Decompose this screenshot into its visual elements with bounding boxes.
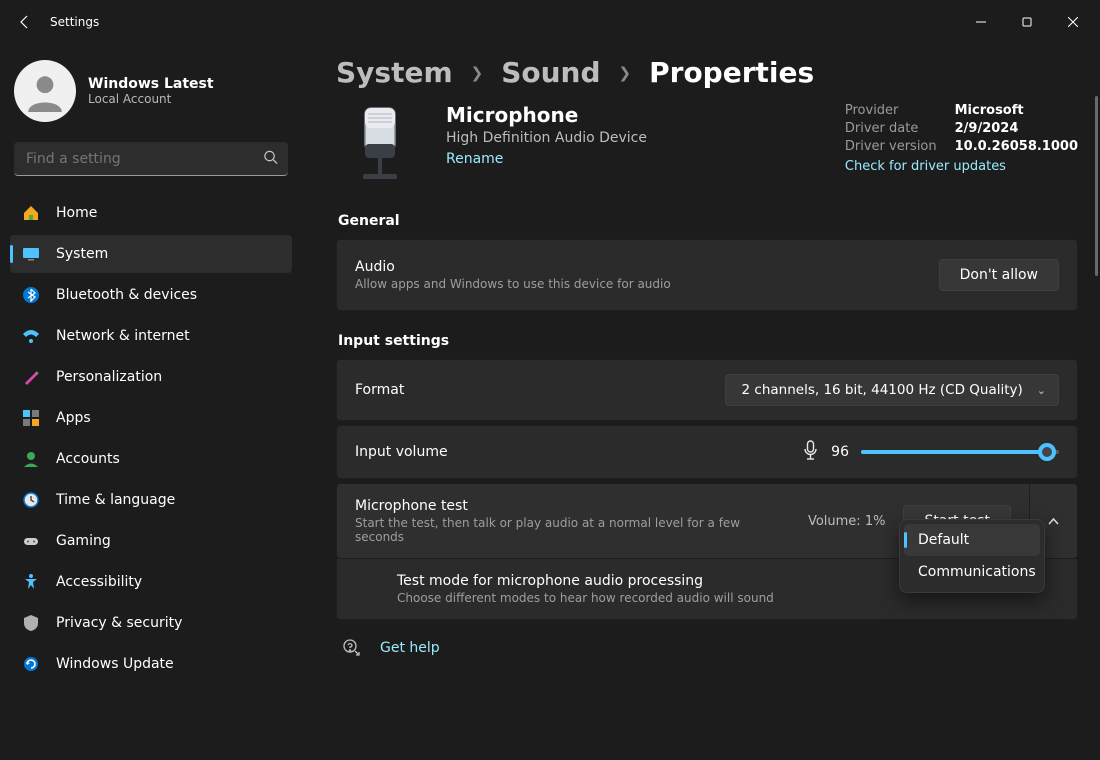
test-mode-row[interactable]: Test mode for microphone audio processin… (336, 559, 1078, 620)
sidebar-label: Gaming (56, 533, 111, 549)
user-subtitle: Local Account (88, 92, 214, 106)
sidebar-label: Personalization (56, 369, 162, 385)
volume-slider[interactable] (861, 444, 1059, 460)
sidebar-item-accessibility[interactable]: Accessibility (10, 563, 292, 601)
sidebar: Windows Latest Local Account Home System (0, 44, 310, 760)
breadcrumb-system[interactable]: System (336, 56, 453, 89)
format-value: 2 channels, 16 bit, 44100 Hz (CD Quality… (742, 382, 1023, 398)
dropdown-option-communications[interactable]: Communications (904, 556, 1040, 588)
volume-label: Input volume (355, 444, 788, 460)
search-icon (263, 150, 278, 169)
update-icon (22, 655, 40, 673)
gamepad-icon (22, 532, 40, 550)
dont-allow-button[interactable]: Don't allow (939, 259, 1059, 291)
section-input: Input settings (338, 333, 1078, 349)
provider-label: Provider (845, 103, 937, 118)
dropdown-option-default[interactable]: Default (904, 524, 1040, 556)
avatar (14, 60, 76, 122)
sidebar-label: Privacy & security (56, 615, 182, 631)
microphone-image (336, 103, 424, 191)
sidebar-label: Accounts (56, 451, 120, 467)
close-button[interactable] (1050, 6, 1096, 38)
breadcrumb-sound[interactable]: Sound (501, 56, 600, 89)
titlebar: Settings (0, 0, 1100, 44)
audio-subtitle: Allow apps and Windows to use this devic… (355, 277, 925, 291)
minimize-button[interactable] (958, 6, 1004, 38)
sidebar-item-time[interactable]: Time & language (10, 481, 292, 519)
format-label: Format (355, 382, 711, 398)
microphone-icon[interactable] (802, 440, 819, 464)
slider-thumb[interactable] (1038, 443, 1056, 461)
chevron-down-icon: ⌄ (1037, 384, 1046, 397)
sidebar-label: Accessibility (56, 574, 142, 590)
window-title: Settings (50, 15, 99, 29)
sidebar-item-privacy[interactable]: Privacy & security (10, 604, 292, 642)
maximize-button[interactable] (1004, 6, 1050, 38)
driver-version-label: Driver version (845, 139, 937, 154)
device-name: Microphone (446, 103, 823, 127)
driver-updates-link[interactable]: Check for driver updates (845, 159, 1078, 174)
provider-value: Microsoft (955, 103, 1078, 118)
breadcrumb: System ❯ Sound ❯ Properties (336, 56, 1078, 89)
chevron-right-icon: ❯ (619, 64, 632, 82)
sidebar-label: Apps (56, 410, 91, 426)
breadcrumb-current: Properties (649, 56, 814, 89)
user-name: Windows Latest (88, 76, 214, 92)
sidebar-label: Home (56, 205, 97, 221)
sidebar-item-home[interactable]: Home (10, 194, 292, 232)
home-icon (22, 204, 40, 222)
test-mode-subtitle: Choose different modes to hear how recor… (397, 591, 1059, 605)
test-mode-dropdown: Default Communications (899, 519, 1045, 593)
paintbrush-icon (22, 368, 40, 386)
format-dropdown[interactable]: 2 channels, 16 bit, 44100 Hz (CD Quality… (725, 374, 1059, 406)
sidebar-item-update[interactable]: Windows Update (10, 645, 292, 683)
sidebar-label: Windows Update (56, 656, 174, 672)
sidebar-item-bluetooth[interactable]: Bluetooth & devices (10, 276, 292, 314)
mic-test-volume: Volume: 1% (808, 514, 886, 529)
sidebar-item-apps[interactable]: Apps (10, 399, 292, 437)
mic-test-subtitle: Start the test, then talk or play audio … (355, 516, 790, 544)
volume-value: 96 (831, 444, 849, 460)
sidebar-item-accounts[interactable]: Accounts (10, 440, 292, 478)
accessibility-icon (22, 573, 40, 591)
bluetooth-icon (22, 286, 40, 304)
system-icon (22, 245, 40, 263)
user-block[interactable]: Windows Latest Local Account (4, 52, 298, 136)
shield-icon (22, 614, 40, 632)
driver-date-label: Driver date (845, 121, 937, 136)
apps-icon (22, 409, 40, 427)
scrollbar[interactable] (1095, 96, 1098, 276)
sidebar-label: Network & internet (56, 328, 190, 344)
wifi-icon (22, 327, 40, 345)
section-general: General (338, 213, 1078, 229)
search-input[interactable] (14, 142, 288, 176)
sidebar-label: Bluetooth & devices (56, 287, 197, 303)
chevron-right-icon: ❯ (471, 64, 484, 82)
sidebar-item-network[interactable]: Network & internet (10, 317, 292, 355)
back-button[interactable] (4, 0, 46, 44)
driver-version-value: 10.0.26058.1000 (955, 139, 1078, 154)
sidebar-label: System (56, 246, 108, 262)
main-content: System ❯ Sound ❯ Properties (310, 44, 1100, 760)
slider-fill (861, 450, 1047, 454)
sidebar-item-gaming[interactable]: Gaming (10, 522, 292, 560)
audio-title: Audio (355, 259, 925, 275)
accounts-icon (22, 450, 40, 468)
help-icon (342, 638, 362, 658)
sidebar-item-system[interactable]: System (10, 235, 292, 273)
sidebar-item-personalization[interactable]: Personalization (10, 358, 292, 396)
driver-date-value: 2/9/2024 (955, 121, 1078, 136)
driver-info: Provider Microsoft Driver date 2/9/2024 … (845, 103, 1078, 174)
device-description: High Definition Audio Device (446, 130, 823, 146)
sidebar-label: Time & language (56, 492, 175, 508)
clock-icon (22, 491, 40, 509)
mic-test-title: Microphone test (355, 498, 790, 514)
rename-link[interactable]: Rename (446, 151, 503, 167)
get-help-link[interactable]: Get help (380, 640, 440, 656)
